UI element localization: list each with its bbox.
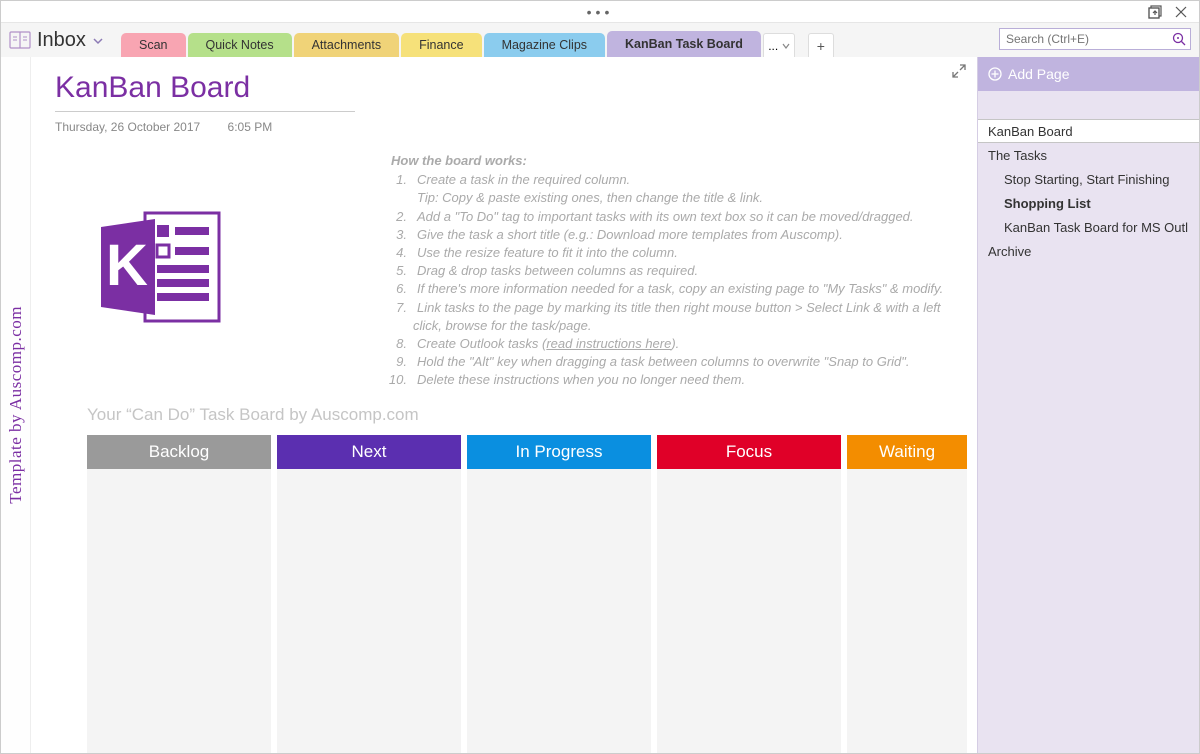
- page-item-kanban-outlook[interactable]: KanBan Task Board for MS Outl: [978, 215, 1199, 239]
- section-tabs: Scan Quick Notes Attachments Finance Mag…: [121, 31, 834, 57]
- column-body[interactable]: [467, 469, 651, 753]
- page-item-stop-starting[interactable]: Stop Starting, Start Finishing: [978, 167, 1199, 191]
- page-item-kanban-board[interactable]: KanBan Board: [978, 119, 1199, 143]
- page-sidebar: Add Page KanBan Board The Tasks Stop Sta…: [977, 57, 1199, 753]
- add-page-button[interactable]: Add Page: [978, 57, 1199, 91]
- page-item-archive[interactable]: Archive: [978, 239, 1199, 263]
- add-page-label: Add Page: [1008, 66, 1070, 82]
- notebook-label: Inbox: [37, 29, 86, 52]
- column-in-progress[interactable]: In Progress: [467, 435, 651, 753]
- tab-quick-notes[interactable]: Quick Notes: [188, 33, 292, 57]
- column-body[interactable]: [87, 469, 271, 753]
- page-title[interactable]: KanBan Board: [55, 71, 355, 112]
- restore-window-icon[interactable]: [1147, 4, 1163, 20]
- close-window-icon[interactable]: [1173, 4, 1189, 20]
- window-title-bar: •••: [1, 1, 1199, 23]
- fullscreen-icon[interactable]: [951, 63, 967, 84]
- header-bar: Inbox Scan Quick Notes Attachments Finan…: [1, 23, 1199, 57]
- brand-text: Template by Auscomp.com: [6, 306, 26, 504]
- column-header-backlog: Backlog: [87, 435, 271, 469]
- column-waiting[interactable]: Waiting: [847, 435, 967, 753]
- column-backlog[interactable]: Backlog: [87, 435, 271, 753]
- column-header-focus: Focus: [657, 435, 841, 469]
- svg-text:K: K: [106, 233, 148, 298]
- tab-kanban-task-board[interactable]: KanBan Task Board: [607, 31, 761, 57]
- search-input[interactable]: [1000, 32, 1168, 46]
- page-list: KanBan Board The Tasks Stop Starting, St…: [978, 91, 1199, 263]
- add-tab-button[interactable]: +: [808, 33, 834, 57]
- page-item-the-tasks[interactable]: The Tasks: [978, 143, 1199, 167]
- column-body[interactable]: [847, 469, 967, 753]
- tab-scan[interactable]: Scan: [121, 33, 186, 57]
- page-time: 6:05 PM: [228, 120, 273, 134]
- onenote-logo: K: [97, 207, 227, 332]
- tab-overflow[interactable]: ...: [763, 33, 795, 57]
- search-box[interactable]: [999, 28, 1191, 50]
- search-icon[interactable]: [1168, 31, 1190, 47]
- notebook-selector[interactable]: Inbox: [1, 23, 121, 57]
- column-header-next: Next: [277, 435, 461, 469]
- chevron-down-icon: [92, 29, 104, 52]
- board-subtitle: Your “Can Do” Task Board by Auscomp.com: [87, 405, 419, 425]
- page-metadata: Thursday, 26 October 2017 6:05 PM: [55, 120, 959, 134]
- instructions-link[interactable]: read instructions here: [546, 336, 671, 351]
- tab-attachments[interactable]: Attachments: [294, 33, 399, 57]
- notebook-icon: [9, 30, 31, 50]
- column-header-progress: In Progress: [467, 435, 651, 469]
- page-canvas[interactable]: KanBan Board Thursday, 26 October 2017 6…: [31, 57, 977, 753]
- tab-magazine-clips[interactable]: Magazine Clips: [484, 33, 605, 57]
- page-item-shopping-list[interactable]: Shopping List: [978, 191, 1199, 215]
- column-body[interactable]: [657, 469, 841, 753]
- instructions-heading: How the board works:: [391, 152, 971, 170]
- kanban-board: Backlog Next In Progress Focus Waiting: [87, 435, 967, 753]
- column-header-waiting: Waiting: [847, 435, 967, 469]
- column-focus[interactable]: Focus: [657, 435, 841, 753]
- drag-dots: •••: [587, 4, 614, 20]
- tab-finance[interactable]: Finance: [401, 33, 481, 57]
- column-body[interactable]: [277, 469, 461, 753]
- instructions-block[interactable]: How the board works: 1.Create a task in …: [391, 152, 971, 389]
- page-date: Thursday, 26 October 2017: [55, 120, 200, 134]
- column-next[interactable]: Next: [277, 435, 461, 753]
- template-brand-strip: Template by Auscomp.com: [1, 57, 31, 753]
